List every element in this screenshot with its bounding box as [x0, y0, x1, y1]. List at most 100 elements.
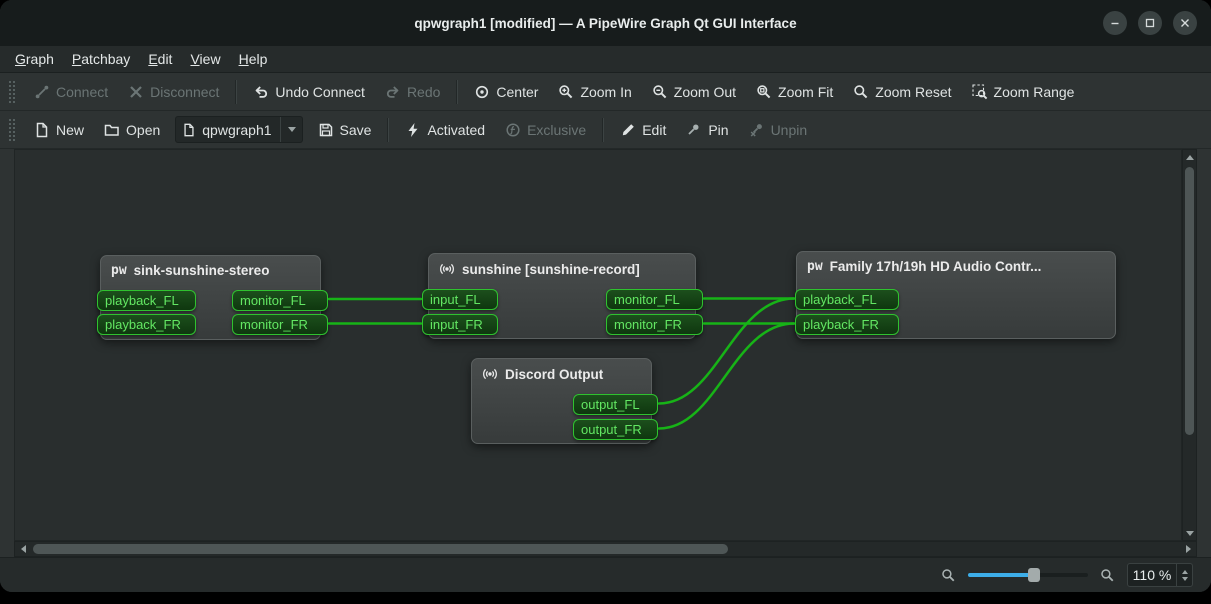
- zoom-range-button[interactable]: Zoom Range: [963, 79, 1084, 105]
- port-playback-fl[interactable]: playback_FL: [795, 289, 899, 310]
- open-label: Open: [126, 122, 160, 138]
- toolbar-drag-handle[interactable]: [8, 80, 16, 104]
- minimize-icon: [1108, 16, 1122, 30]
- port-monitor-fr[interactable]: monitor_FR: [232, 314, 328, 335]
- pipewire-icon: pw: [807, 259, 823, 274]
- menu-patchbay[interactable]: Patchbay: [63, 48, 139, 70]
- maximize-icon: [1143, 16, 1157, 30]
- port-monitor-fr[interactable]: monitor_FR: [606, 314, 703, 335]
- connect-button: Connect: [25, 79, 117, 105]
- activated-button[interactable]: Activated: [396, 117, 494, 143]
- combo-value: qpwgraph1: [202, 122, 271, 138]
- window-title: qpwgraph1 [modified] — A PipeWire Graph …: [414, 16, 796, 31]
- zoom-fit-button[interactable]: Zoom Fit: [747, 79, 842, 105]
- toolbar-drag-handle[interactable]: [8, 118, 16, 142]
- node-title: Discord Output: [505, 367, 603, 382]
- minimize-button[interactable]: [1103, 11, 1127, 35]
- zoom-step-up-button[interactable]: [1182, 570, 1188, 574]
- record-icon: [482, 366, 498, 382]
- zoom-out-button[interactable]: Zoom Out: [643, 79, 745, 105]
- zoom-range-label: Zoom Range: [994, 84, 1075, 100]
- zoom-slider-handle[interactable]: [1028, 568, 1040, 582]
- edit-label: Edit: [642, 122, 666, 138]
- node-discord-output[interactable]: Discord Output output_FL output_FR: [471, 358, 652, 444]
- open-button[interactable]: Open: [95, 117, 169, 143]
- port-input-fr[interactable]: input_FR: [422, 314, 498, 335]
- scroll-up-arrow[interactable]: [1183, 150, 1196, 164]
- undo-connect-button[interactable]: Undo Connect: [244, 79, 374, 105]
- graph-canvas[interactable]: pw sink-sunshine-stereo playback_FL play…: [14, 149, 1182, 541]
- patchbay-file-combo[interactable]: qpwgraph1: [175, 116, 302, 143]
- unpin-label: Unpin: [771, 122, 808, 138]
- zoom-slider[interactable]: [968, 568, 1088, 582]
- port-monitor-fl[interactable]: monitor_FL: [232, 290, 328, 311]
- port-input-fl[interactable]: input_FL: [422, 289, 498, 310]
- horizontal-scrollbar[interactable]: [14, 541, 1197, 557]
- zoom-fit-label: Zoom Fit: [778, 84, 833, 100]
- canvas-frame: pw sink-sunshine-stereo playback_FL play…: [0, 149, 1211, 541]
- zoom-spinbox[interactable]: 110 %: [1127, 563, 1193, 587]
- pin-label: Pin: [708, 122, 728, 138]
- zoom-in-button[interactable]: Zoom In: [549, 79, 640, 105]
- menu-help[interactable]: Help: [230, 48, 277, 70]
- statusbar: 110 %: [0, 557, 1211, 592]
- toolbar-separator: [602, 118, 604, 142]
- center-label: Center: [496, 84, 538, 100]
- maximize-button[interactable]: [1138, 11, 1162, 35]
- scroll-right-arrow[interactable]: [1180, 542, 1196, 556]
- graph-toolbar: Connect Disconnect Undo Connect Redo Cen…: [0, 73, 1211, 111]
- port-output-fr[interactable]: output_FR: [573, 419, 658, 440]
- window-controls: [1103, 11, 1197, 35]
- center-icon: [474, 84, 490, 100]
- node-sink-sunshine-stereo[interactable]: pw sink-sunshine-stereo playback_FL play…: [100, 255, 321, 340]
- connect-icon: [34, 84, 50, 100]
- pin-button[interactable]: Pin: [677, 117, 737, 143]
- node-sunshine-record[interactable]: sunshine [sunshine-record] input_FL inpu…: [428, 253, 696, 339]
- exclusive-button: Exclusive: [496, 117, 595, 143]
- scroll-down-arrow[interactable]: [1183, 526, 1196, 540]
- vertical-scrollbar[interactable]: [1182, 149, 1197, 541]
- record-icon: [439, 261, 455, 277]
- file-icon: [182, 123, 196, 137]
- redo-label: Redo: [407, 84, 440, 100]
- disconnect-label: Disconnect: [150, 84, 219, 100]
- connection-discord-to-family-fr[interactable]: [659, 324, 794, 429]
- pencil-icon: [620, 122, 636, 138]
- lightning-icon: [405, 122, 421, 138]
- node-title: Family 17h/19h HD Audio Contr...: [830, 259, 1042, 274]
- scroll-left-arrow[interactable]: [15, 542, 31, 556]
- port-output-fl[interactable]: output_FL: [573, 394, 658, 415]
- pin-icon: [686, 122, 702, 138]
- node-title: sink-sunshine-stereo: [134, 263, 270, 278]
- chevron-down-icon: [280, 117, 296, 142]
- connect-label: Connect: [56, 84, 108, 100]
- vertical-scrollbar-thumb[interactable]: [1185, 167, 1194, 435]
- edit-button[interactable]: Edit: [611, 117, 675, 143]
- save-button[interactable]: Save: [309, 117, 381, 143]
- menu-edit[interactable]: Edit: [139, 48, 181, 70]
- toolbar-separator: [235, 80, 237, 104]
- zoom-range-icon: [972, 84, 988, 100]
- zoom-step-down-button[interactable]: [1182, 577, 1188, 581]
- activated-label: Activated: [427, 122, 485, 138]
- undo-icon: [253, 84, 269, 100]
- new-button[interactable]: New: [25, 117, 93, 143]
- port-playback-fr[interactable]: playback_FR: [97, 314, 196, 335]
- unpin-icon: [749, 122, 765, 138]
- zoom-reset-button[interactable]: Zoom Reset: [844, 79, 960, 105]
- close-button[interactable]: [1173, 11, 1197, 35]
- port-playback-fl[interactable]: playback_FL: [97, 290, 196, 311]
- new-label: New: [56, 122, 84, 138]
- port-playback-fr[interactable]: playback_FR: [795, 314, 899, 335]
- center-button[interactable]: Center: [465, 79, 547, 105]
- zoom-value: 110 %: [1128, 567, 1176, 583]
- redo-button: Redo: [376, 79, 449, 105]
- menu-graph[interactable]: Graph: [6, 48, 63, 70]
- menu-view[interactable]: View: [181, 48, 229, 70]
- titlebar[interactable]: qpwgraph1 [modified] — A PipeWire Graph …: [0, 0, 1211, 46]
- port-monitor-fl[interactable]: monitor_FL: [606, 289, 703, 310]
- menubar: Graph Patchbay Edit View Help: [0, 46, 1211, 73]
- zoom-fit-icon: [756, 84, 772, 100]
- horizontal-scrollbar-thumb[interactable]: [33, 544, 728, 554]
- node-family-hd-audio[interactable]: pw Family 17h/19h HD Audio Contr... play…: [796, 251, 1116, 339]
